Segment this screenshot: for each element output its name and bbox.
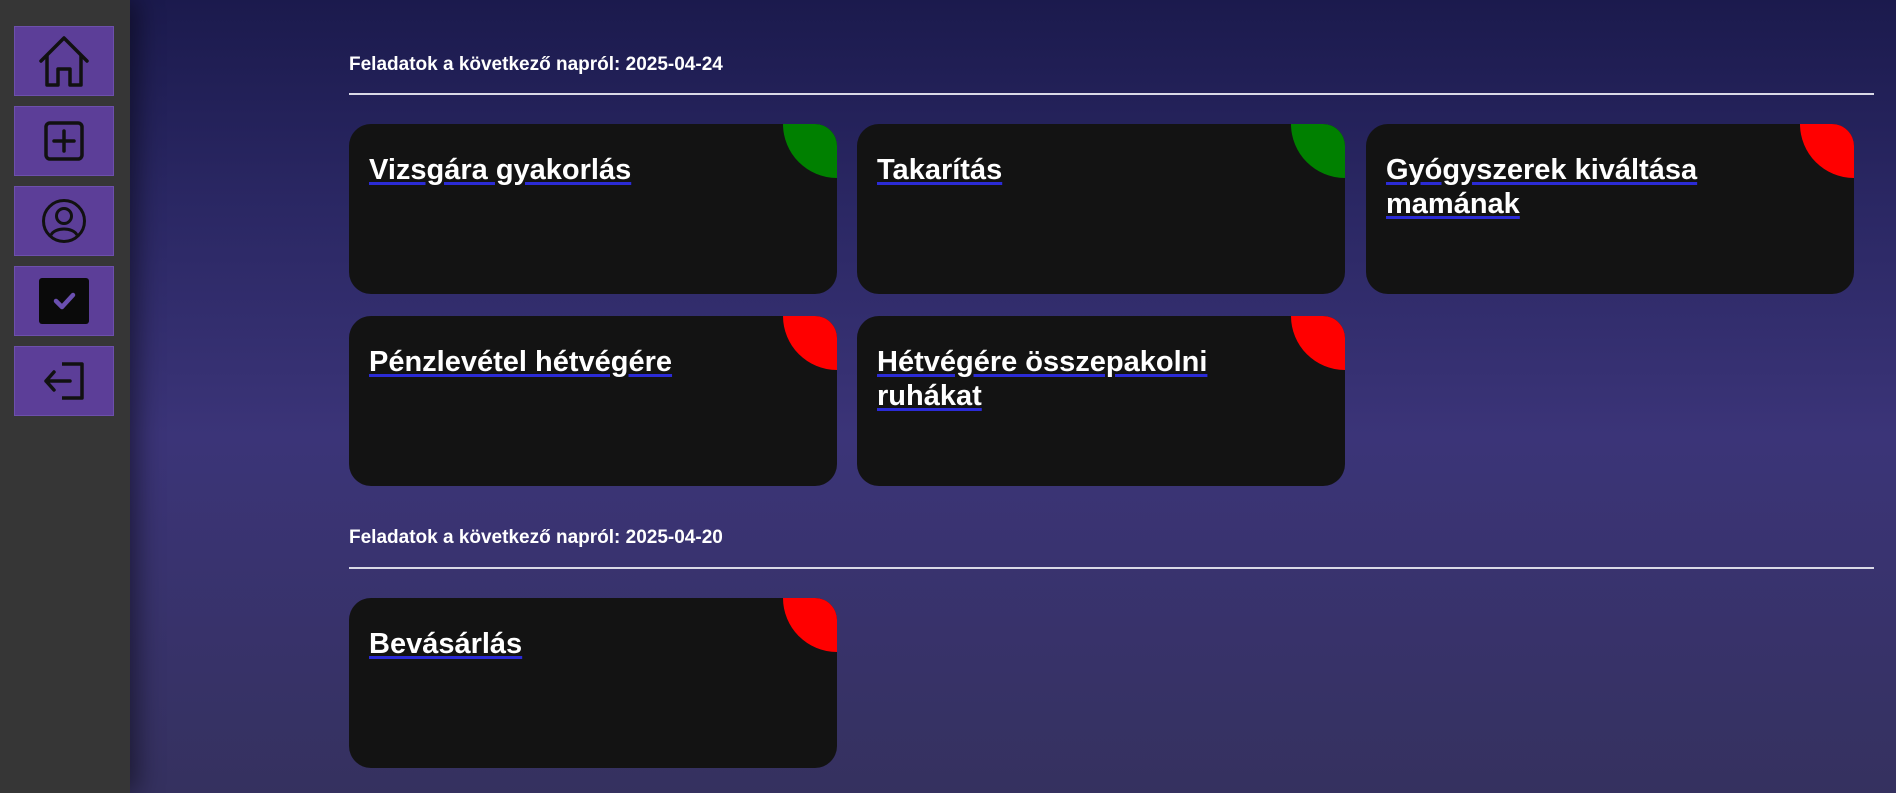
section-divider (349, 93, 1874, 95)
section-header: Feladatok a következő napról: 2025-04-24 (349, 54, 723, 75)
status-indicator-done (783, 124, 837, 178)
sidebar (0, 0, 130, 793)
nav-home-button[interactable] (14, 26, 114, 96)
nav-add-button[interactable] (14, 106, 114, 176)
checkbox-icon (39, 278, 89, 324)
task-title: Pénzlevétel hétvégére (369, 346, 673, 378)
nav-profile-button[interactable] (14, 186, 114, 256)
section-divider (349, 567, 1874, 569)
task-card[interactable]: Pénzlevétel hétvégére (349, 316, 837, 486)
status-indicator-pending (783, 598, 837, 652)
task-title: Hétvégére összepakolni ruhákat (877, 346, 1208, 412)
nav-tasks-button[interactable] (14, 266, 114, 336)
user-circle-icon (42, 199, 86, 243)
plus-square-icon (44, 121, 84, 161)
task-card[interactable]: Hétvégére összepakolni ruhákat (857, 316, 1345, 486)
task-card[interactable]: Bevásárlás (349, 598, 837, 768)
task-title: Gyógyszerek kiváltása mamának (1386, 154, 1698, 220)
task-card[interactable]: Gyógyszerek kiváltása mamának (1366, 124, 1854, 294)
task-title: Bevásárlás (369, 628, 523, 660)
status-indicator-pending (1800, 124, 1854, 178)
task-title: Takarítás (877, 154, 1003, 186)
status-indicator-pending (783, 316, 837, 370)
task-title: Vizsgára gyakorlás (369, 154, 632, 186)
home-icon (39, 36, 89, 87)
task-card[interactable]: Vizsgára gyakorlás (349, 124, 837, 294)
nav-logout-button[interactable] (14, 346, 114, 416)
status-indicator-pending (1291, 316, 1345, 370)
logout-icon (44, 362, 84, 400)
section-header: Feladatok a következő napról: 2025-04-20 (349, 527, 723, 548)
status-indicator-done (1291, 124, 1345, 178)
task-card[interactable]: Takarítás (857, 124, 1345, 294)
